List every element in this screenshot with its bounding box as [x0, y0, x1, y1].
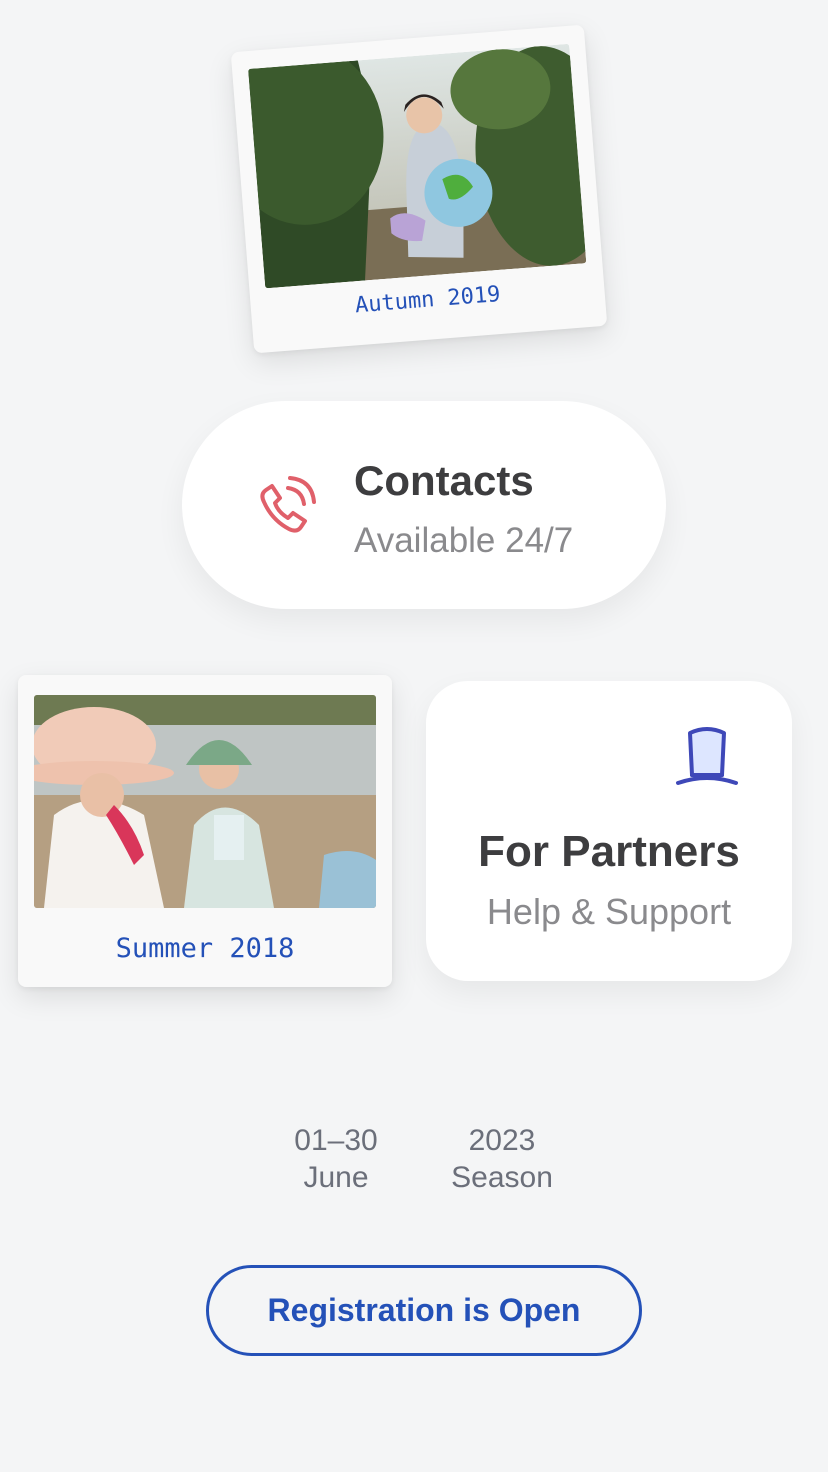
partners-card[interactable]: For Partners Help & Support: [426, 681, 792, 981]
contacts-subtitle: Available 24/7: [354, 521, 574, 560]
stat-season-label: Season: [451, 1161, 553, 1194]
partners-title: For Partners: [478, 827, 740, 876]
photo-summer: [34, 695, 376, 908]
photo-card-autumn[interactable]: Autumn 2019: [230, 24, 608, 354]
stat-season: 2023 Season: [422, 1122, 582, 1196]
contacts-card[interactable]: Contacts Available 24/7: [182, 401, 666, 609]
photo-caption-summer: Summer 2018: [115, 933, 295, 964]
stat-season-value: 2023: [468, 1124, 536, 1157]
stat-dates-label: June: [303, 1161, 369, 1194]
stat-dates-value: 01–30: [294, 1124, 378, 1157]
contacts-title: Contacts: [354, 457, 534, 504]
top-hat-icon: [672, 721, 742, 791]
registration-button[interactable]: Registration is Open: [206, 1265, 642, 1356]
page: Autumn 2019 Contacts Available 24/7 Summ…: [0, 0, 828, 1472]
stat-dates: 01–30 June: [256, 1122, 416, 1196]
photo-autumn: [248, 43, 587, 289]
partners-subtitle: Help & Support: [486, 891, 732, 932]
photo-card-summer[interactable]: Summer 2018: [18, 675, 392, 987]
phone-ringing-icon: [250, 474, 320, 544]
